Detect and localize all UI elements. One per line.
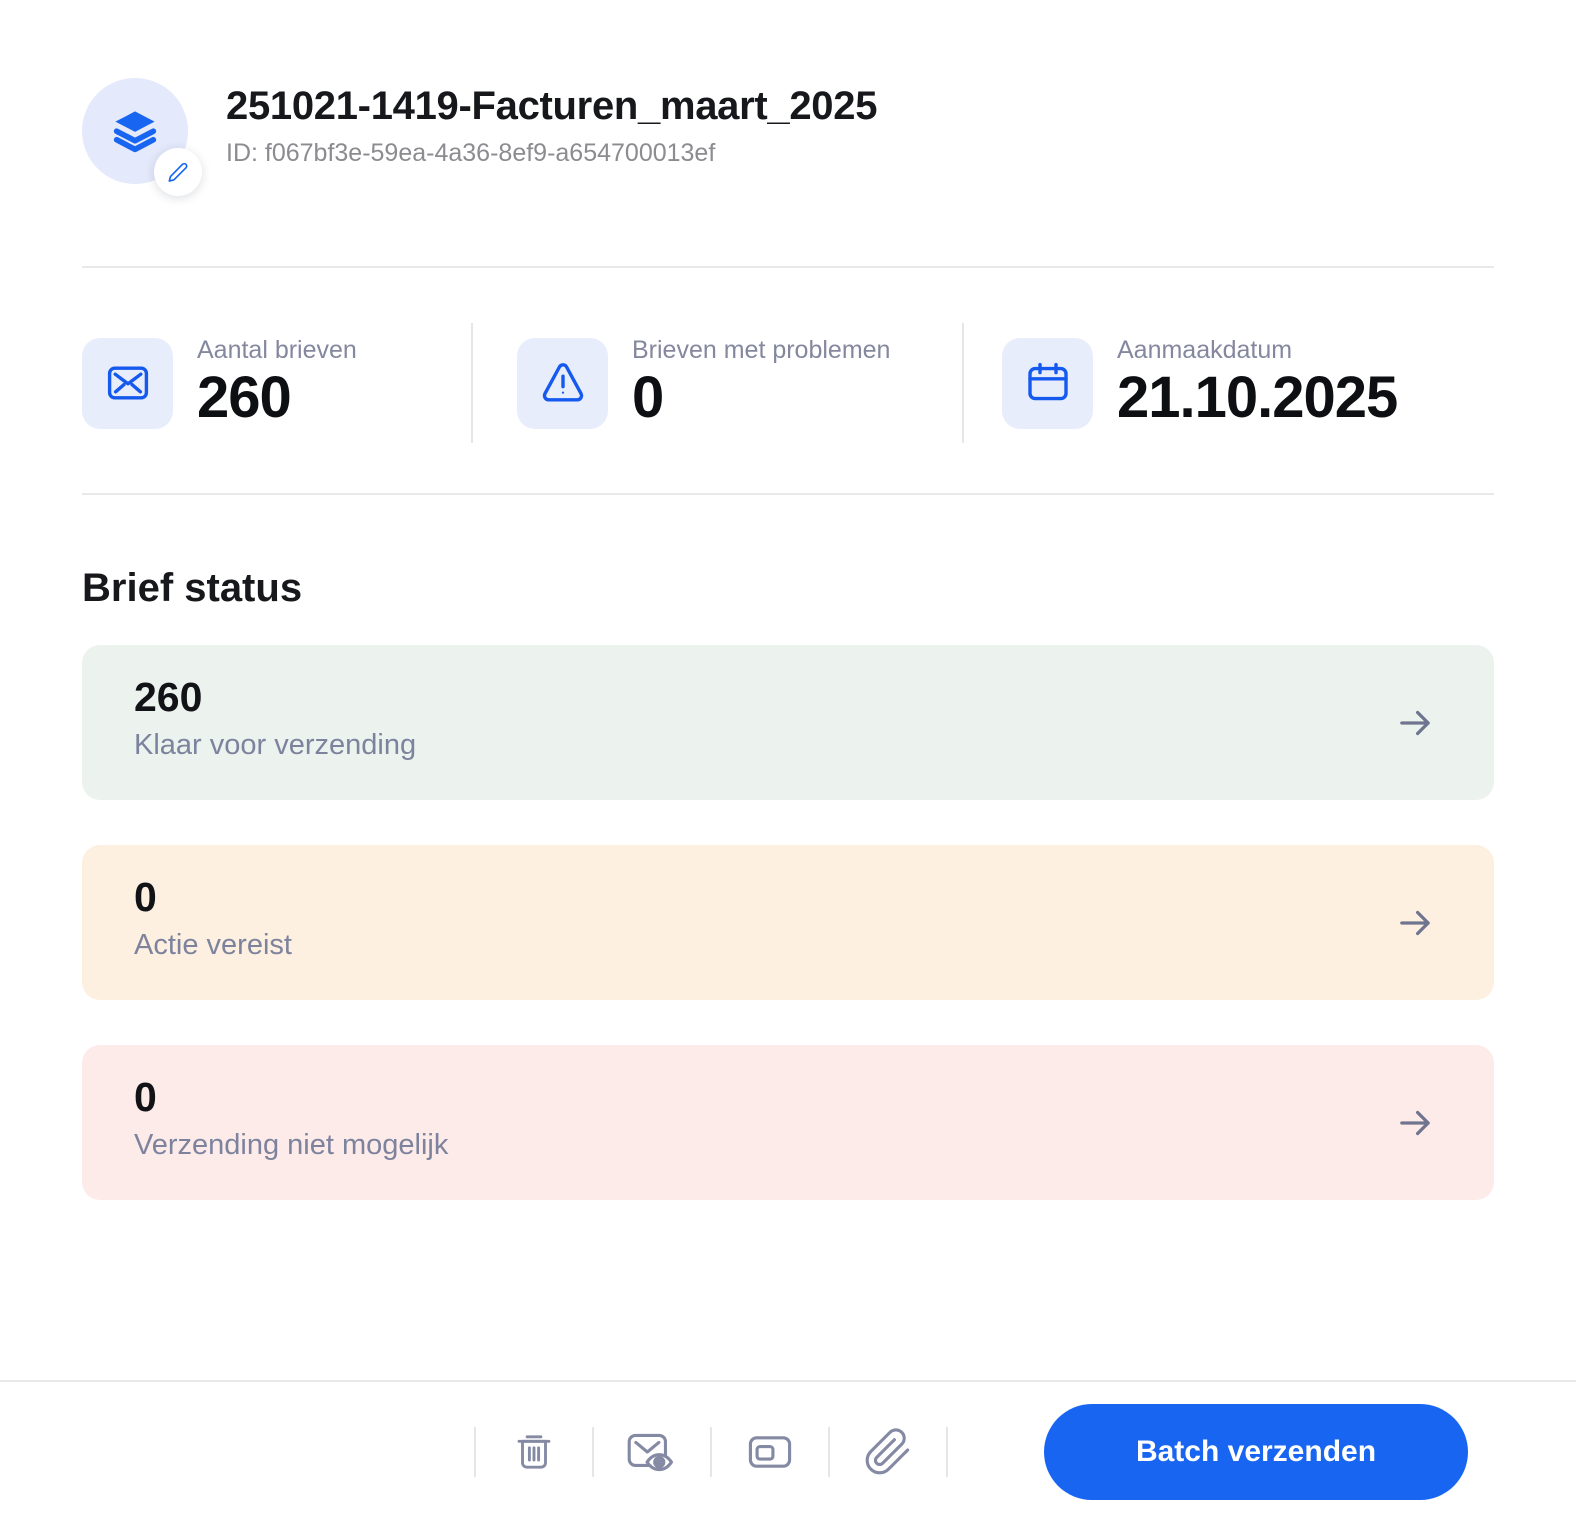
section-heading: Brief status [82, 566, 303, 610]
mail-preview-icon [627, 1433, 674, 1472]
stat-value: 21.10.2025 [1117, 365, 1398, 431]
stat-label: Brieven met problemen [632, 336, 891, 365]
alert-icon-tile [517, 337, 608, 429]
envelope-window-icon [748, 1436, 792, 1468]
arrow-right-icon [1394, 902, 1436, 944]
stat-value: 260 [197, 365, 292, 431]
trash-icon [517, 1435, 551, 1469]
divider [82, 493, 1494, 495]
status-count: 260 [134, 674, 203, 720]
envelope-icon-tile [82, 337, 173, 429]
envelope-icon [107, 366, 148, 400]
batch-send-button[interactable]: Batch verzenden [1044, 1404, 1468, 1500]
divider [471, 323, 473, 443]
status-card-action-required[interactable]: 0 Actie vereist [82, 845, 1494, 1000]
status-label: Actie vereist [134, 929, 292, 962]
stat-creation-date: Aanmaakdatum 21.10.2025 [1002, 336, 1398, 431]
delete-batch-button[interactable] [476, 1412, 592, 1492]
stat-label: Aanmaakdatum [1117, 336, 1293, 365]
footer-bar: Batch verzenden [0, 1380, 1576, 1522]
envelope-window-button[interactable] [712, 1412, 828, 1492]
header-text: 251021-1419-Facturen_maart_2025 ID: f067… [226, 78, 877, 168]
status-count: 0 [134, 1074, 157, 1120]
status-label: Verzending niet mogelijk [134, 1129, 449, 1162]
stat-text: Brieven met problemen 0 [632, 336, 890, 430]
stat-label: Aantal brieven [197, 336, 357, 365]
pencil-icon [168, 162, 188, 182]
stat-text: Aantal brieven 260 [197, 336, 357, 430]
paperclip-icon [865, 1428, 910, 1475]
divider [82, 266, 1494, 268]
status-card-ready[interactable]: 260 Klaar voor verzending [82, 645, 1494, 800]
stat-problem-letters: Brieven met problemen 0 [517, 336, 962, 430]
stat-total-letters: Aantal brieven 260 [82, 336, 471, 430]
status-count: 0 [134, 874, 157, 920]
batch-detail-page: 251021-1419-Facturen_maart_2025 ID: f067… [0, 0, 1576, 1522]
batch-avatar [82, 78, 202, 196]
divider [946, 1427, 948, 1477]
page-title: 251021-1419-Facturen_maart_2025 [226, 84, 878, 128]
layers-icon [113, 111, 157, 153]
edit-batch-button[interactable] [154, 148, 202, 196]
batch-header: 251021-1419-Facturen_maart_2025 ID: f067… [82, 0, 1494, 196]
attachments-button[interactable] [830, 1412, 946, 1492]
arrow-right-icon [1394, 702, 1436, 744]
calendar-icon [1027, 362, 1068, 401]
stats-row: Aantal brieven 260 Brieven met problemen… [82, 323, 1494, 443]
arrow-right-icon [1394, 1102, 1436, 1144]
status-card-not-possible[interactable]: 0 Verzending niet mogelijk [82, 1045, 1494, 1200]
calendar-icon-tile [1002, 337, 1093, 429]
preview-mail-button[interactable] [594, 1412, 710, 1492]
batch-id: ID: f067bf3e-59ea-4a36-8ef9-a654700013ef [226, 139, 716, 167]
footer-toolbar [474, 1412, 948, 1492]
stat-text: Aanmaakdatum 21.10.2025 [1117, 336, 1398, 431]
stat-value: 0 [632, 365, 664, 431]
alert-triangle-icon [542, 363, 583, 402]
status-label: Klaar voor verzending [134, 729, 417, 762]
divider [962, 323, 964, 443]
